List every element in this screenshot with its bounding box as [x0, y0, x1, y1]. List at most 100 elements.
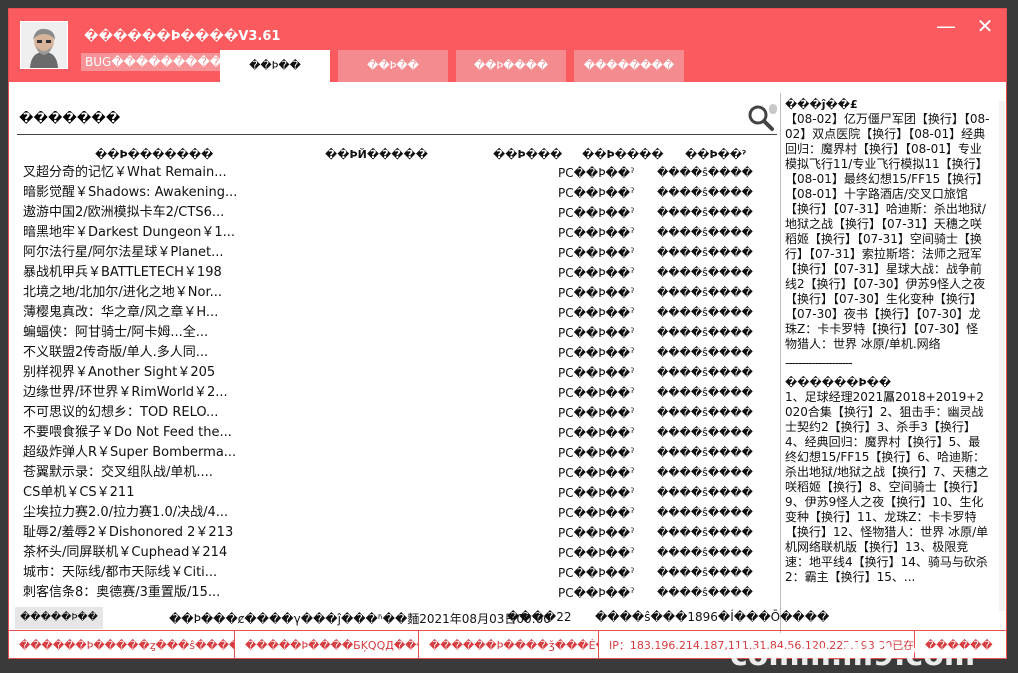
tab-4[interactable]: �������� — [574, 50, 684, 82]
platform-cell: PC��Þ��ˀ — [558, 186, 635, 200]
game-name-cell: 暗黑地牢￥Darkest Dungeon￥1... — [23, 225, 235, 240]
status-cell: ����ŝ���� — [657, 286, 753, 299]
table-row[interactable]: 不义联盟2传奇版/单人.多人同... PC��Þ��ˀ ����ŝ���� — [23, 343, 763, 363]
list-scrollbar-thumb[interactable] — [769, 104, 777, 114]
status-cell: ����ŝ���� — [657, 506, 753, 519]
title-bar: ������Þ����V3.61 BUG������������ — ✕ ��Þ… — [9, 9, 1006, 82]
table-row[interactable]: 超级炸弹人R￥Super Bomberma... PC��Þ��ˀ ����ŝ���… — [23, 443, 763, 463]
game-name-cell: 蝙蝠侠：阿甘骑士/阿卡姆...全... — [23, 325, 209, 340]
game-list-pane: ��Þ������� ��ÞЙ����� ��Þ��� ��Þ���� ��Þ�… — [9, 82, 779, 630]
footer-link-5[interactable]: ������ — [915, 631, 1006, 658]
table-row[interactable]: 城市：天际线/都市天际线￥Citi... PC��Þ��ˀ ����ŝ���� — [23, 563, 763, 583]
platform-cell: PC��Þ��ˀ — [558, 266, 635, 280]
table-row[interactable]: 薄樱鬼真改：华之章/风之章￥H... PC��Þ��ˀ ����ŝ���� — [23, 303, 763, 323]
status-cell: ����ŝ���� — [657, 446, 753, 459]
pane-divider — [780, 93, 781, 633]
game-name-cell: 边缘世界/环世界￥RimWorld￥2... — [23, 385, 228, 400]
table-row[interactable]: 不要喂食猴子￥Do Not Feed the... PC��Þ��ˀ ����ŝ��… — [23, 423, 763, 443]
tab-bar: ��Þ�� ��Þ�� ��Þ���� �������� — [220, 50, 684, 82]
footer-link-2[interactable]: �����Þ����БĶQQД����ݩ���� — [235, 631, 419, 658]
game-name-cell: 不义联盟2传奇版/单人.多人同... — [23, 345, 209, 360]
minimize-icon: — — [936, 14, 956, 38]
tab-3[interactable]: ��Þ���� — [456, 50, 566, 82]
game-name-cell: CS单机￥CS￥211 — [23, 485, 135, 500]
news-scrollbar[interactable] — [999, 101, 1005, 611]
footer-link-3[interactable]: ������Þ����ǯ���Ė����� — [419, 631, 599, 658]
table-row[interactable]: 不可思议的幻想乡：TOD RELO... PC��Þ��ˀ ����ŝ���� — [23, 403, 763, 423]
search-input[interactable] — [17, 104, 741, 132]
table-row[interactable]: 暗黑地牢￥Darkest Dungeon￥1... PC��Þ��ˀ ����ŝ��… — [23, 223, 763, 243]
platform-cell: PC��Þ��ˀ — [558, 386, 635, 400]
table-row[interactable]: 北境之地/北加尔/进化之地￥Nor... PC��Þ��ˀ ����ŝ���� — [23, 283, 763, 303]
status-cell: ����ŝ���� — [657, 326, 753, 339]
search-bar — [17, 102, 777, 135]
main-window: ������Þ����V3.61 BUG������������ — ✕ ��Þ… — [8, 8, 1007, 659]
status-cell: ����ŝ���� — [657, 406, 753, 419]
platform-cell: PC��Þ��ˀ — [558, 286, 635, 300]
platform-cell: PC��Þ��ˀ — [558, 206, 635, 220]
game-name-cell: 茶杯头/同屏联机￥Cuphead￥214 — [23, 545, 228, 560]
platform-cell: PC��Þ��ˀ — [558, 506, 635, 520]
platform-cell: PC��Þ��ˀ — [558, 446, 635, 460]
table-row[interactable]: 刺客信条8：奥德赛/3重置版/15... PC��Þ��ˀ ����ŝ���� — [23, 583, 763, 603]
game-name-cell: 苍翼默示录：交叉组队战/单机.... — [23, 465, 213, 480]
table-row[interactable]: 边缘世界/环世界￥RimWorld￥2... PC��Þ��ˀ ����ŝ���� — [23, 383, 763, 403]
status-cell: ����ŝ���� — [657, 426, 753, 439]
column-header-status[interactable]: ��Þ��ˀ — [685, 148, 746, 161]
table-row[interactable]: 暴战机甲兵￥BATTLETECH￥198 PC��Þ��ˀ ����ŝ���� — [23, 263, 763, 283]
status-cell: ����ŝ���� — [657, 486, 753, 499]
footer-bar: ������Þ�����ȥ���ŝ������Þȿ �����Þ����БĶQQ… — [9, 630, 1006, 658]
status-button[interactable]: �����Þ�� — [15, 607, 103, 629]
status-cell: ����ŝ���� — [657, 466, 753, 479]
platform-cell: PC��Þ��ˀ — [558, 586, 635, 600]
platform-cell: PC��Þ��ˀ — [558, 166, 635, 180]
table-row[interactable]: 尘埃拉力赛2.0/拉力赛1.0/决战/4... PC��Þ��ˀ ����ŝ���� — [23, 503, 763, 523]
table-row[interactable]: 遨游中国2/欧洲模拟卡车2/CTS6... PC��Þ��ˀ ����ŝ���� — [23, 203, 763, 223]
game-name-cell: 刺客信条8：奥德赛/3重置版/15... — [23, 585, 221, 600]
table-row[interactable]: 耻辱2/羞辱2￥Dishonored 2￥213 PC��Þ��ˀ ����ŝ���… — [23, 523, 763, 543]
hot-title: ������Þ�� — [785, 376, 892, 389]
game-name-cell: 尘埃拉力赛2.0/拉力赛1.0/决战/4... — [23, 505, 229, 520]
column-header-name[interactable]: ��Þ������� — [95, 148, 213, 161]
platform-cell: PC��Þ��ˀ — [558, 246, 635, 260]
game-name-cell: 暗影觉醒￥Shadows: Awakening... — [23, 185, 238, 200]
game-name-cell: 不要喂食猴子￥Do Not Feed the... — [23, 425, 232, 440]
table-row[interactable]: 叉超分奇的记忆￥What Remain... PC��Þ��ˀ ����ŝ���� — [23, 163, 763, 183]
platform-cell: PC��Þ��ˀ — [558, 566, 635, 580]
status-cell: ����ŝ���� — [657, 586, 753, 599]
avatar-portrait-icon — [21, 22, 67, 68]
avatar — [20, 21, 68, 69]
minimize-button[interactable]: — — [934, 15, 958, 39]
table-row[interactable]: 别样视界￥Another Sight￥205 PC��Þ��ˀ ����ŝ���� — [23, 363, 763, 383]
game-name-cell: 暴战机甲兵￥BATTLETECH￥198 — [23, 265, 222, 280]
status-cell: ����ŝ���� — [657, 386, 753, 399]
table-row[interactable]: CS单机￥CS￥211 PC��Þ��ˀ ����ŝ���� — [23, 483, 763, 503]
platform-cell: PC��Þ��ˀ — [558, 426, 635, 440]
column-header-size[interactable]: ��Þ��� — [493, 148, 562, 161]
tab-1[interactable]: ��Þ�� — [220, 50, 330, 82]
platform-cell: PC��Þ��ˀ — [558, 306, 635, 320]
table-row[interactable]: 蝙蝠侠：阿甘骑士/阿卡姆...全... PC��Þ��ˀ ����ŝ���� — [23, 323, 763, 343]
status-cell: ����ŝ���� — [657, 206, 753, 219]
table-row[interactable]: 暗影觉醒￥Shadows: Awakening... PC��Þ��ˀ ����ŝ�… — [23, 183, 763, 203]
table-row[interactable]: 阿尔法行星/阿尔法星球￥Planet... PC��Þ��ˀ ����ŝ���� — [23, 243, 763, 263]
column-header-type[interactable]: ��ÞЙ����� — [325, 148, 428, 161]
platform-cell: PC��Þ��ˀ — [558, 486, 635, 500]
status-cell: ����ŝ���� — [657, 266, 753, 279]
table-header: ��Þ������� ��ÞЙ����� ��Þ��� ��Þ���� ��Þ�… — [17, 144, 767, 164]
table-row[interactable]: 苍翼默示录：交叉组队战/单机.... PC��Þ��ˀ ����ŝ���� — [23, 463, 763, 483]
platform-cell: PC��Þ��ˀ — [558, 466, 635, 480]
news-pane: ���ĵ��£ 【08-02】亿万僵尸军团【换行】【08-02】双点医院【换行】… — [785, 97, 990, 607]
platform-cell: PC��Þ��ˀ — [558, 346, 635, 360]
game-count-text: ����22 — [507, 610, 572, 624]
news-updates: 【08-02】亿万僵尸军团【换行】【08-02】双点医院【换行】【08-01】经… — [785, 112, 990, 351]
close-icon: ✕ — [976, 14, 994, 38]
news-title: ���ĵ��£ — [785, 98, 858, 111]
tab-2[interactable]: ��Þ�� — [338, 50, 448, 82]
table-row[interactable]: 茶杯头/同屏联机￥Cuphead￥214 PC��Þ��ˀ ����ŝ���� — [23, 543, 763, 563]
column-header-platform[interactable]: ��Þ���� — [582, 148, 664, 161]
game-name-cell: 耻辱2/羞辱2￥Dishonored 2￥213 — [23, 525, 234, 540]
platform-cell: PC��Þ��ˀ — [558, 226, 635, 240]
footer-link-1[interactable]: ������Þ�����ȥ���ŝ������Þȿ — [9, 631, 235, 658]
close-button[interactable]: ✕ — [973, 15, 997, 39]
